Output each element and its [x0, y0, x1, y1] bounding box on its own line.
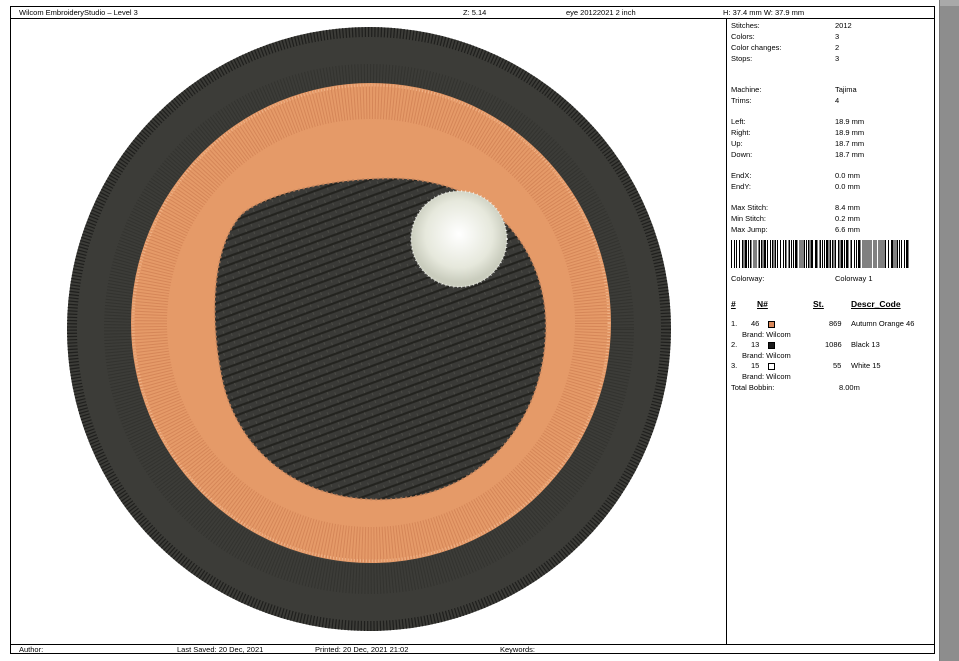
min-stitch-label: Min Stitch:	[731, 214, 767, 223]
right-label: Right:	[731, 128, 751, 137]
color-swatch-box	[768, 341, 775, 349]
col-header-stitches: St.	[813, 299, 824, 309]
total-bobbin-value: 8.00m	[839, 383, 860, 392]
last-saved: Last Saved: 20 Dec, 2021	[177, 645, 264, 654]
color-index: 3.	[731, 361, 738, 370]
col-header-descr: Descr_Code	[851, 299, 901, 309]
left-label: Left:	[731, 117, 746, 126]
up-value: 18.7 mm	[835, 139, 865, 148]
color-descr: Black 13	[851, 340, 880, 349]
colorway-label: Colorway:	[731, 274, 765, 283]
left-value: 18.9 mm	[835, 117, 865, 126]
colors-label: Colors:	[731, 32, 755, 41]
color-stitches: 55	[833, 361, 842, 370]
endx-label: EndX:	[731, 171, 752, 180]
color-brand: Brand: Wilcom	[742, 330, 791, 339]
print-frame: Wilcom EmbroideryStudio – Level 3 Z: 5.1…	[10, 6, 935, 654]
panel-divider	[726, 19, 727, 644]
footer-divider	[11, 644, 934, 645]
endy-value: 0.0 mm	[835, 182, 861, 191]
color-swatch	[768, 361, 775, 371]
color-number: 15	[751, 361, 760, 370]
color-swatch	[768, 340, 775, 350]
total-bobbin-label: Total Bobbin:	[731, 383, 775, 392]
colors-value: 3	[835, 32, 840, 41]
header-divider	[11, 18, 934, 19]
max-jump-value: 6.6 mm	[835, 225, 861, 234]
trims-label: Trims:	[731, 96, 752, 105]
color-changes-label: Color changes:	[731, 43, 782, 52]
print-preview-page: Wilcom EmbroideryStudio – Level 3 Z: 5.1…	[0, 0, 940, 661]
page-shadow	[940, 6, 959, 661]
stops-value: 3	[835, 54, 840, 63]
color-changes-value: 2	[835, 43, 840, 52]
right-value: 18.9 mm	[835, 128, 865, 137]
max-jump-label: Max Jump:	[731, 225, 768, 234]
color-stitches: 1086	[825, 340, 842, 349]
color-swatch-box	[768, 362, 775, 370]
design-barcode	[731, 240, 909, 268]
color-index: 1.	[731, 319, 738, 328]
design-preview	[63, 23, 675, 637]
color-stitches: 869	[829, 319, 842, 328]
min-stitch-value: 0.2 mm	[835, 214, 861, 223]
colorway-value: Colorway 1	[835, 274, 873, 283]
max-stitch-label: Max Stitch:	[731, 203, 769, 212]
max-stitch-value: 8.4 mm	[835, 203, 861, 212]
stops-label: Stops:	[731, 54, 753, 63]
color-descr: Autumn Orange 46	[851, 319, 915, 328]
embroidery-design	[67, 27, 671, 631]
down-label: Down:	[731, 150, 753, 159]
color-swatch-box	[768, 320, 775, 328]
color-swatch	[768, 319, 775, 329]
color-descr: White 15	[851, 361, 881, 370]
down-value: 18.7 mm	[835, 150, 865, 159]
color-index: 2.	[731, 340, 738, 349]
endx-value: 0.0 mm	[835, 171, 861, 180]
stitches-value: 2012	[835, 21, 852, 30]
author-field: Author:	[19, 645, 44, 654]
endy-label: EndY:	[731, 182, 752, 191]
col-header-number: N#	[757, 299, 768, 309]
color-brand: Brand: Wilcom	[742, 372, 791, 381]
machine-label: Machine:	[731, 85, 762, 94]
machine-value: Tajima	[835, 85, 857, 94]
color-number: 46	[751, 319, 760, 328]
color-number: 13	[751, 340, 760, 349]
keywords-field: Keywords:	[500, 645, 536, 654]
trims-value: 4	[835, 96, 840, 105]
col-header-index: #	[731, 299, 736, 309]
up-label: Up:	[731, 139, 743, 148]
color-brand: Brand: Wilcom	[742, 351, 791, 360]
stitches-label: Stitches:	[731, 21, 760, 30]
printed-date: Printed: 20 Dec, 2021 21:02	[315, 645, 409, 654]
